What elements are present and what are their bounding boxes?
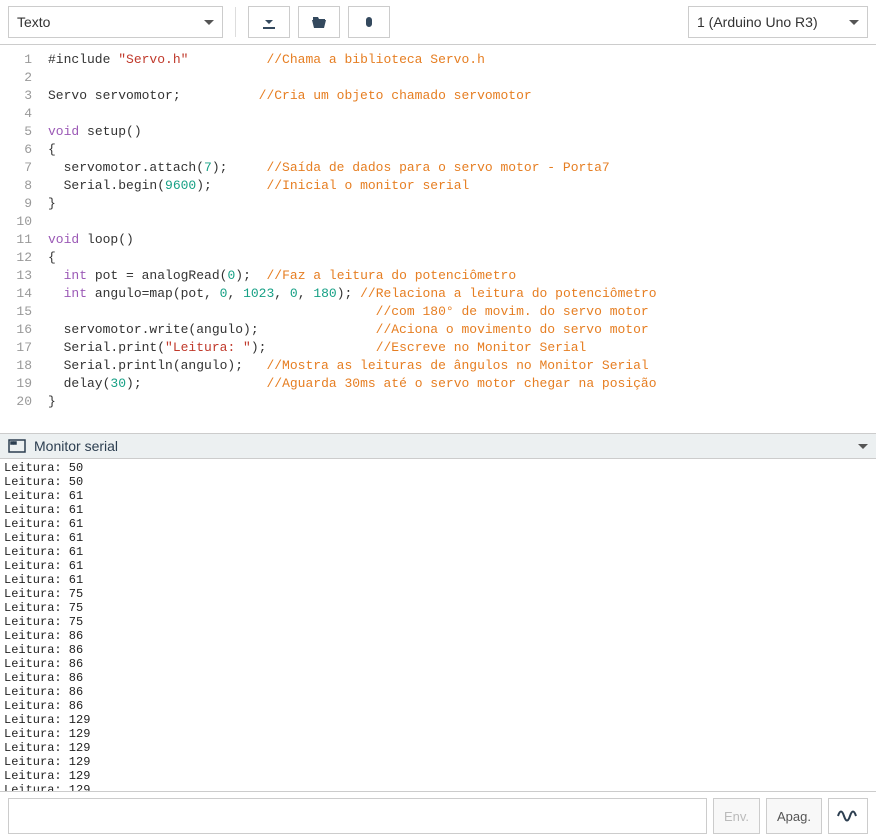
bottom-bar: Env. Apag.	[0, 791, 876, 840]
board-dropdown[interactable]: 1 (Arduino Uno R3)	[688, 6, 868, 38]
serial-line: Leitura: 75	[4, 587, 872, 601]
bug-icon	[361, 14, 377, 30]
serial-line: Leitura: 86	[4, 685, 872, 699]
mode-label: Texto	[17, 14, 50, 30]
serial-line: Leitura: 75	[4, 615, 872, 629]
code-area[interactable]: #include "Servo.h" //Chama a biblioteca …	[38, 45, 876, 433]
serial-line: Leitura: 61	[4, 489, 872, 503]
code-line: }	[48, 195, 876, 213]
code-line: int angulo=map(pot, 0, 1023, 0, 180); //…	[48, 285, 876, 303]
code-line	[48, 69, 876, 87]
chevron-down-icon	[204, 20, 214, 25]
serial-line: Leitura: 61	[4, 573, 872, 587]
code-line: servomotor.attach(7); //Saída de dados p…	[48, 159, 876, 177]
serial-line: Leitura: 61	[4, 545, 872, 559]
clear-button[interactable]: Apag.	[766, 798, 822, 834]
board-label: 1 (Arduino Uno R3)	[697, 14, 818, 30]
serial-line: Leitura: 61	[4, 559, 872, 573]
code-line: //com 180° de movim. do servo motor	[48, 303, 876, 321]
serial-icon	[8, 439, 26, 453]
chevron-down-icon	[858, 444, 868, 449]
code-line: Serial.begin(9600); //Inicial o monitor …	[48, 177, 876, 195]
serial-line: Leitura: 129	[4, 727, 872, 741]
download-button[interactable]	[248, 6, 290, 38]
code-line	[48, 105, 876, 123]
mode-dropdown[interactable]: Texto	[8, 6, 223, 38]
serial-input[interactable]	[8, 798, 707, 834]
debug-button[interactable]	[348, 6, 390, 38]
send-button[interactable]: Env.	[713, 798, 760, 834]
code-line: delay(30); //Aguarda 30ms até o servo mo…	[48, 375, 876, 393]
line-gutter: 1234567891011121314151617181920	[0, 45, 38, 433]
code-line: }	[48, 393, 876, 411]
serial-line: Leitura: 129	[4, 741, 872, 755]
code-line: void setup()	[48, 123, 876, 141]
separator	[235, 7, 236, 37]
code-line: Serial.print("Leitura: "); //Escreve no …	[48, 339, 876, 357]
chevron-down-icon	[849, 20, 859, 25]
serial-line: Leitura: 61	[4, 531, 872, 545]
upload-icon	[310, 14, 328, 30]
serial-line: Leitura: 86	[4, 699, 872, 713]
serial-output[interactable]: Leitura: 50Leitura: 50Leitura: 61Leitura…	[0, 459, 876, 791]
serial-panel-title: Monitor serial	[34, 438, 118, 454]
toolbar: Texto 1 (Arduino Uno R3)	[0, 0, 876, 45]
serial-line: Leitura: 86	[4, 657, 872, 671]
code-line: int pot = analogRead(0); //Faz a leitura…	[48, 267, 876, 285]
code-line: {	[48, 141, 876, 159]
serial-panel-header[interactable]: Monitor serial	[0, 433, 876, 459]
serial-line: Leitura: 129	[4, 713, 872, 727]
serial-line: Leitura: 86	[4, 671, 872, 685]
download-icon	[261, 14, 277, 30]
code-line: servomotor.write(angulo); //Aciona o mov…	[48, 321, 876, 339]
serial-line: Leitura: 75	[4, 601, 872, 615]
serial-line: Leitura: 50	[4, 475, 872, 489]
code-line: void loop()	[48, 231, 876, 249]
serial-line: Leitura: 129	[4, 783, 872, 791]
wave-icon	[837, 808, 859, 824]
serial-line: Leitura: 129	[4, 755, 872, 769]
graph-button[interactable]	[828, 798, 868, 834]
serial-line: Leitura: 61	[4, 503, 872, 517]
code-line	[48, 213, 876, 231]
upload-button[interactable]	[298, 6, 340, 38]
serial-line: Leitura: 86	[4, 629, 872, 643]
serial-line: Leitura: 61	[4, 517, 872, 531]
serial-line: Leitura: 50	[4, 461, 872, 475]
code-line: Serial.println(angulo); //Mostra as leit…	[48, 357, 876, 375]
code-line: {	[48, 249, 876, 267]
serial-line: Leitura: 86	[4, 643, 872, 657]
serial-line: Leitura: 129	[4, 769, 872, 783]
code-editor[interactable]: 1234567891011121314151617181920 #include…	[0, 45, 876, 433]
code-line: Servo servomotor; //Cria um objeto chama…	[48, 87, 876, 105]
code-line: #include "Servo.h" //Chama a biblioteca …	[48, 51, 876, 69]
